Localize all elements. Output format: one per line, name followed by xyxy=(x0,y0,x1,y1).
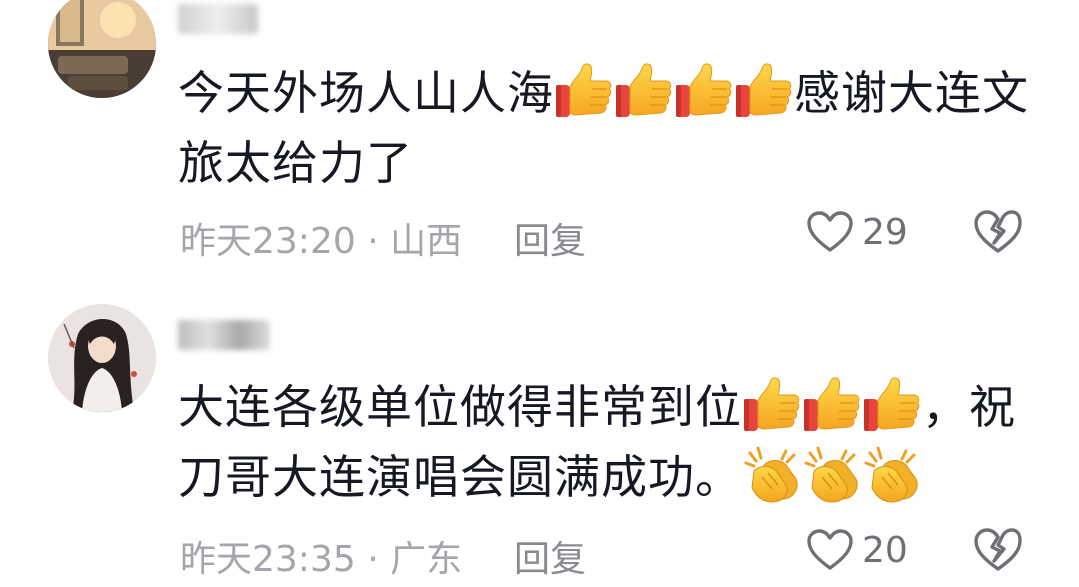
clapping-hands-emoji xyxy=(802,445,862,503)
broken-heart-icon[interactable] xyxy=(972,209,1024,255)
comment-text: 今天外场人山人海 感谢大连文旅太给力了 xyxy=(178,58,1038,198)
timestamp: 昨天23:20 xyxy=(180,221,356,262)
thumbs-up-emoji xyxy=(554,61,614,119)
heart-outline-icon[interactable] xyxy=(806,210,854,254)
avatar[interactable] xyxy=(48,0,156,98)
username-redacted[interactable] xyxy=(178,4,258,34)
thumbs-up-emoji xyxy=(734,61,794,119)
thumbs-up-emoji xyxy=(802,375,862,433)
clapping-hands-emoji xyxy=(742,445,802,503)
reply-button[interactable]: 回复 xyxy=(514,212,586,264)
thumbs-up-emoji xyxy=(862,375,922,433)
broken-heart-icon[interactable] xyxy=(972,527,1024,573)
separator: · xyxy=(367,539,379,580)
separator: · xyxy=(367,221,379,262)
comment-meta: 昨天23:20 · 山西 回复 xyxy=(180,212,586,264)
clapping-hands-emoji xyxy=(862,445,922,503)
like-count: 20 xyxy=(862,530,908,571)
comment-meta: 昨天23:35 · 广东 回复 xyxy=(180,530,586,582)
location: 广东 xyxy=(390,539,463,580)
timestamp: 昨天23:35 xyxy=(180,539,356,580)
comment-text: 大连各级单位做得非常到位 ，祝刀哥大连演唱会圆满成功。 xyxy=(178,372,1038,512)
thumbs-up-emoji xyxy=(614,61,674,119)
thumbs-up-emoji xyxy=(742,375,802,433)
thumbs-up-emoji xyxy=(674,61,734,119)
reply-button[interactable]: 回复 xyxy=(514,530,586,582)
avatar[interactable] xyxy=(48,304,156,412)
location: 山西 xyxy=(390,221,463,262)
heart-outline-icon[interactable] xyxy=(806,528,854,572)
like-count: 29 xyxy=(862,212,908,253)
username-redacted[interactable] xyxy=(178,320,270,350)
